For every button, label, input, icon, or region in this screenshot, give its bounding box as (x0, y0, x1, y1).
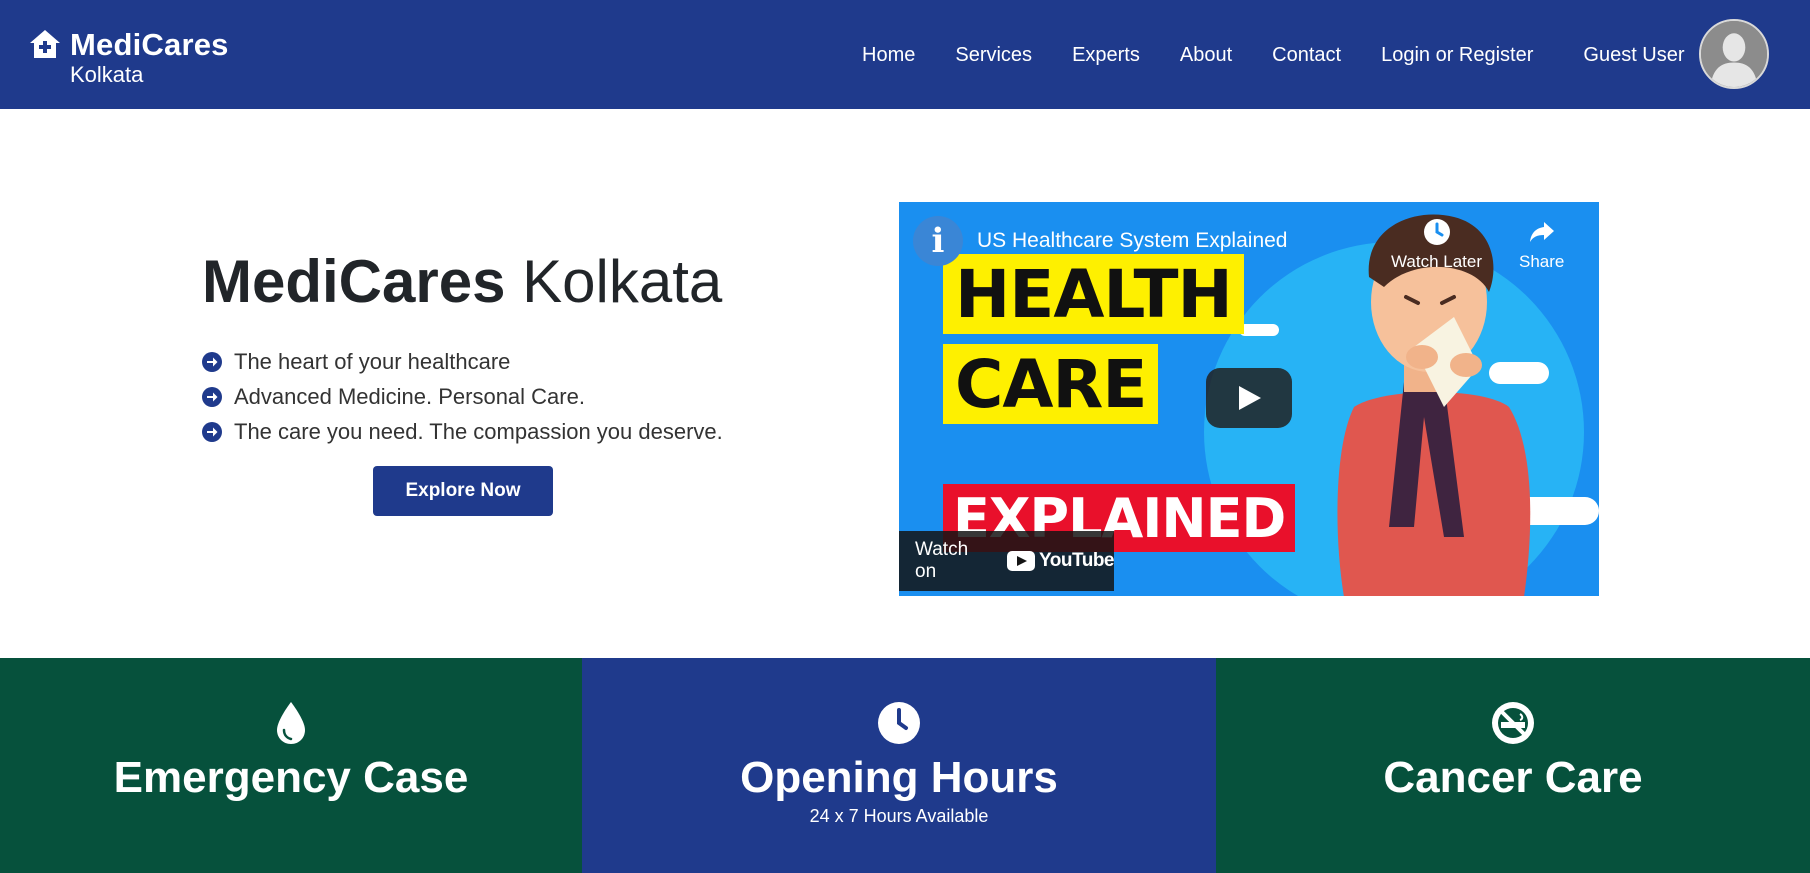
brand-logo[interactable]: MediCares Kolkata (28, 28, 229, 86)
thumbnail-text-health: HEALTH (943, 254, 1244, 334)
nav-services[interactable]: Services (955, 44, 1032, 67)
video-embed[interactable]: HEALTH CARE EXPLAINED i US Healthcare Sy… (899, 202, 1599, 596)
watch-later-label: Watch Later (1391, 252, 1483, 271)
nav-login-register[interactable]: Login or Register (1381, 44, 1533, 67)
nav-experts[interactable]: Experts (1072, 44, 1140, 67)
cloud-decoration (1239, 324, 1279, 336)
channel-avatar-icon[interactable]: i (913, 216, 963, 266)
list-item: The care you need. The compassion you de… (202, 414, 723, 449)
feature-list: The heart of your healthcare Advanced Me… (202, 344, 723, 449)
band-title: Cancer Care (1383, 753, 1643, 802)
explore-now-button[interactable]: Explore Now (373, 466, 553, 516)
share-arrow-icon (1529, 222, 1554, 242)
hero-title-light: Kolkata (522, 248, 723, 315)
nav-home[interactable]: Home (862, 44, 915, 67)
nav-guest-user[interactable]: Guest User (1583, 44, 1684, 67)
feature-text: The heart of your healthcare (234, 348, 511, 374)
brand-city: Kolkata (70, 62, 144, 87)
hero-title-bold: MediCares (202, 248, 506, 315)
clock-icon (878, 702, 920, 744)
band-title: Emergency Case (113, 753, 469, 802)
youtube-logo: YouTube (1007, 550, 1114, 572)
youtube-play-icon (1007, 551, 1036, 571)
arrow-circle-right-icon (202, 386, 222, 407)
watch-on-youtube-button[interactable]: Watch on YouTube (899, 531, 1114, 591)
main-nav: Home Services Experts About Contact Logi… (862, 44, 1685, 67)
top-navbar: MediCares Kolkata Home Services Experts … (0, 0, 1810, 109)
feature-text: The care you need. The compassion you de… (234, 418, 723, 444)
no-smoking-icon (1492, 702, 1534, 744)
watch-later-button[interactable]: Watch Later (1391, 218, 1482, 272)
play-button[interactable] (1206, 368, 1292, 428)
home-medical-icon (30, 30, 60, 58)
droplet-icon (277, 702, 305, 744)
arrow-circle-right-icon (202, 351, 222, 372)
nav-contact[interactable]: Contact (1272, 44, 1341, 67)
list-item: Advanced Medicine. Personal Care. (202, 379, 723, 414)
share-button[interactable]: Share (1519, 218, 1564, 272)
band-title: Opening Hours (740, 753, 1058, 802)
thumbnail-text-care: CARE (943, 344, 1159, 424)
cancer-care-card[interactable]: Cancer Care (1216, 658, 1810, 873)
list-item: The heart of your healthcare (202, 344, 723, 379)
feature-text: Advanced Medicine. Personal Care. (234, 383, 585, 409)
arrow-circle-right-icon (202, 421, 222, 442)
watch-on-label: Watch on (915, 539, 969, 582)
brand-name: MediCares (70, 26, 229, 62)
video-title-bar: i US Healthcare System Explained (913, 216, 1287, 266)
opening-hours-card[interactable]: Opening Hours 24 x 7 Hours Available (582, 658, 1216, 873)
youtube-wordmark: YouTube (1039, 550, 1114, 571)
clock-icon (1423, 219, 1450, 245)
user-silhouette-icon (1701, 21, 1767, 87)
avatar[interactable] (1699, 19, 1769, 89)
emergency-case-card[interactable]: Emergency Case (0, 658, 582, 873)
hero-title: MediCares Kolkata (202, 252, 722, 312)
share-label: Share (1519, 252, 1565, 271)
nav-about[interactable]: About (1180, 44, 1232, 67)
video-title[interactable]: US Healthcare System Explained (977, 229, 1287, 253)
band-subtitle: 24 x 7 Hours Available (809, 806, 989, 827)
